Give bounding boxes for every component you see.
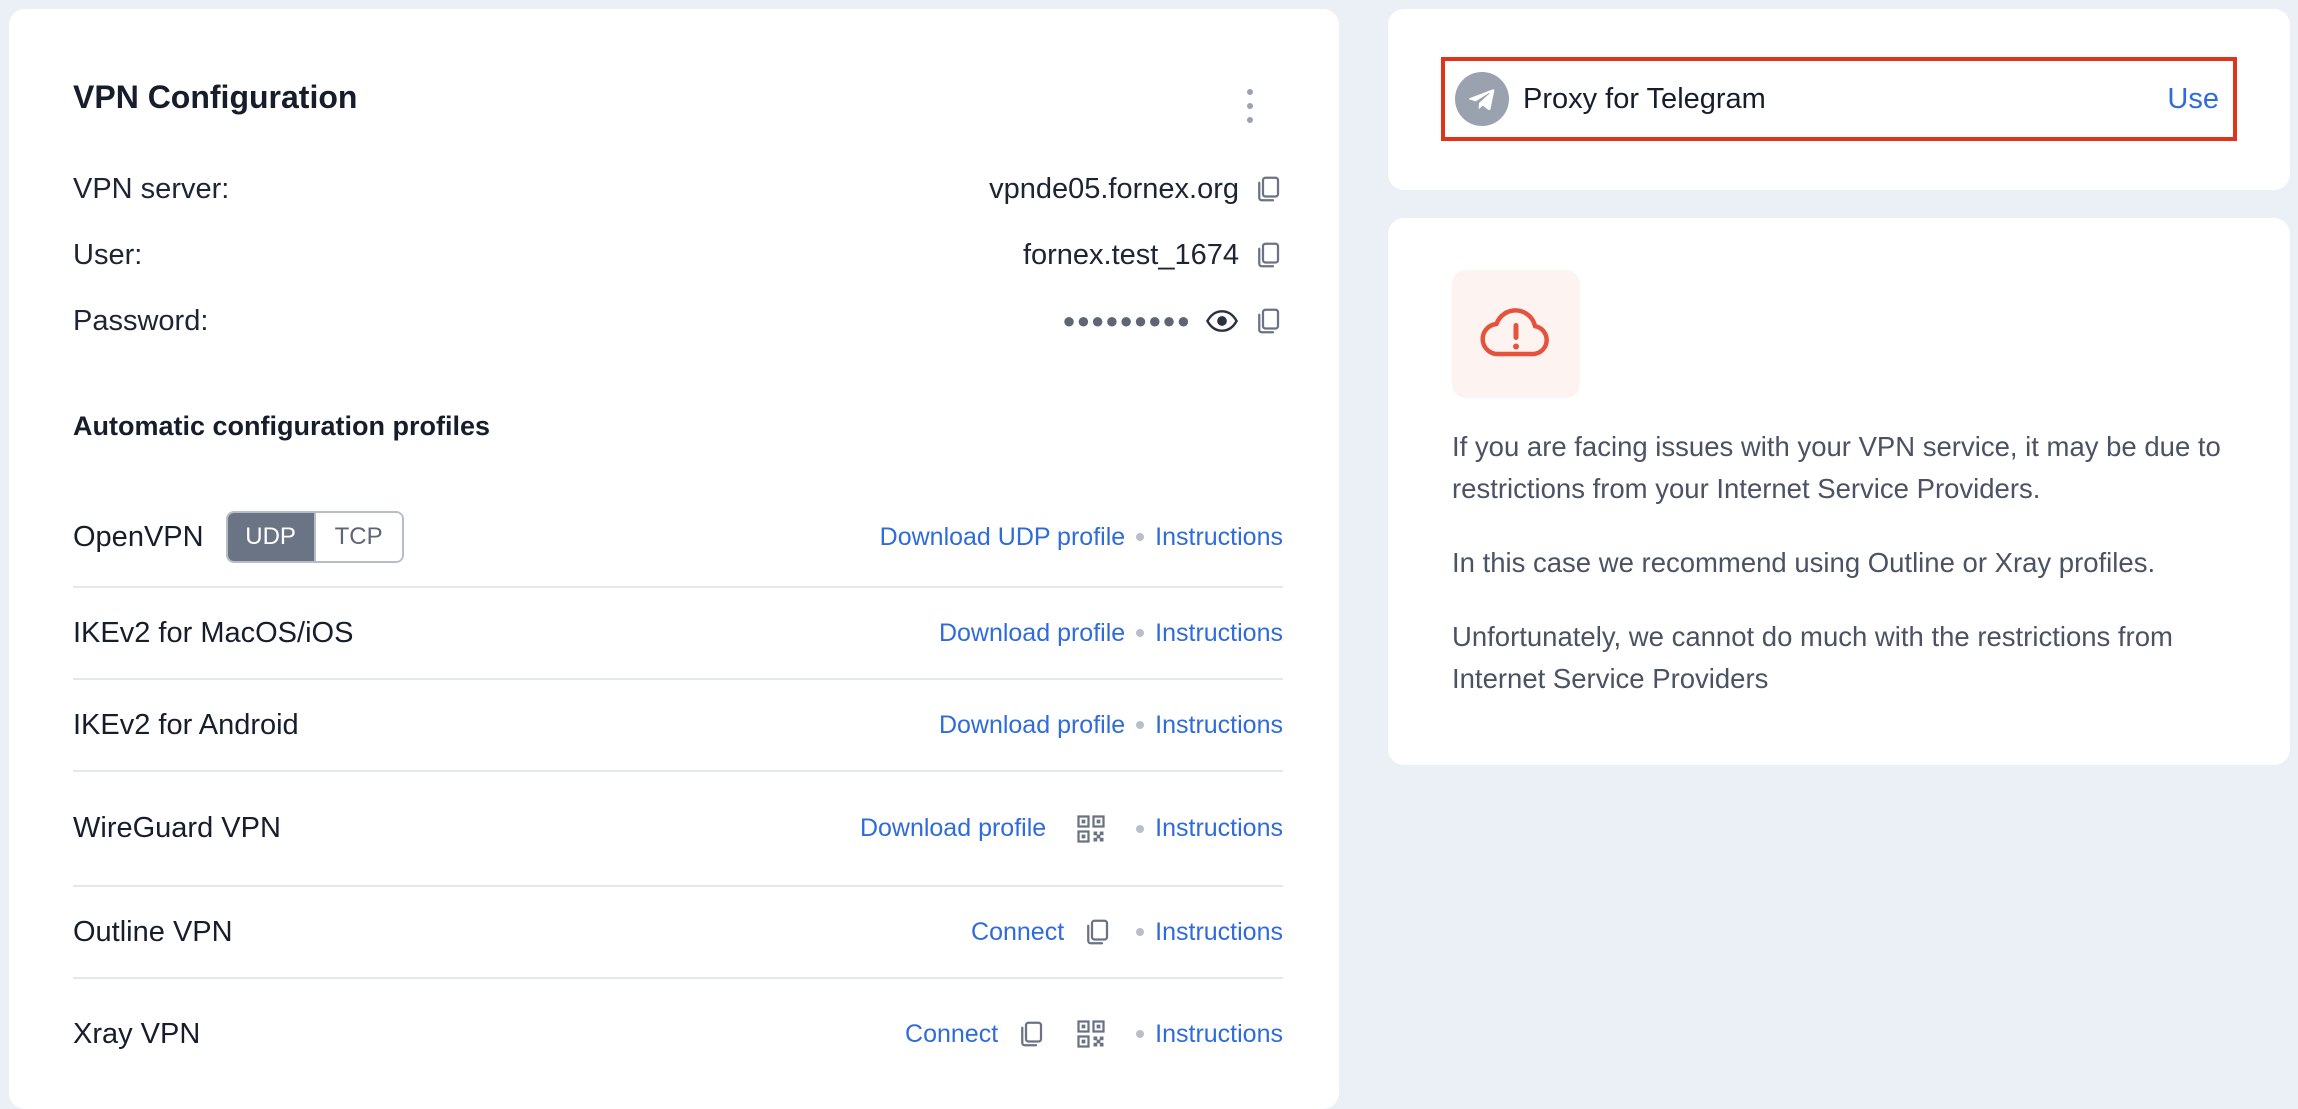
profile-row-wireguard: WireGuard VPN Download profile Instructi… [73,772,1283,887]
separator-dot [1136,721,1145,729]
separator-dot [1136,824,1145,833]
separator-dot [1136,1030,1145,1038]
show-password-icon[interactable] [1205,306,1239,336]
use-proxy-link[interactable]: Use [2167,83,2219,116]
profile-row-xray: Xray VPN Connect Instructions [73,979,1283,1089]
instructions-link-openvpn[interactable]: Instructions [1155,523,1283,552]
vpn-server-label: VPN server: [73,172,230,205]
telegram-icon [1455,72,1509,126]
instructions-link-wireguard[interactable]: Instructions [1155,814,1283,843]
connect-link-outline[interactable]: Connect [971,918,1064,947]
more-options-icon[interactable] [1244,89,1256,123]
profile-row-ikev2-android: IKEv2 for Android Download profile Instr… [73,680,1283,772]
vpn-configuration-title: VPN Configuration [73,79,358,115]
telegram-proxy-card: Proxy for Telegram Use [1388,9,2290,190]
profile-row-ikev2-macos: IKEv2 for MacOS/iOS Download profile Ins… [73,588,1283,680]
vpn-configuration-card: VPN Configuration VPN server: vpnde05.fo… [9,9,1339,1109]
instructions-link-xray[interactable]: Instructions [1155,1020,1283,1049]
password-label: Password: [73,304,209,337]
separator-dot [1136,533,1145,541]
instructions-link-ikev2-android[interactable]: Instructions [1155,711,1283,740]
vpn-server-row: VPN server: vpnde05.fornex.org [73,164,1283,214]
profile-row-openvpn: OpenVPN UDP TCP Download UDP profile Ins… [73,488,1283,588]
instructions-link-outline[interactable]: Instructions [1155,918,1283,947]
profile-name-ikev2-android: IKEv2 for Android [73,708,299,741]
telegram-proxy-label: Proxy for Telegram [1523,82,1766,115]
cloud-alert-icon [1452,270,1580,398]
isp-notice-card: If you are facing issues with your VPN s… [1388,218,2290,765]
profile-name-openvpn: OpenVPN [73,520,204,553]
notice-paragraph-1: If you are facing issues with your VPN s… [1452,431,2221,504]
protocol-option-tcp[interactable]: TCP [313,513,402,561]
user-row: User: fornex.test_1674 [73,230,1283,280]
user-value: fornex.test_1674 [1022,238,1239,271]
download-profile-link-ikev2-android[interactable]: Download profile [939,711,1125,740]
download-profile-link-wireguard[interactable]: Download profile [860,814,1046,843]
download-profile-link-ikev2-macos[interactable]: Download profile [939,619,1125,648]
notice-paragraph-2: In this case we recommend using Outline … [1452,547,2156,578]
telegram-proxy-row: Proxy for Telegram Use [1441,57,2237,141]
password-mask: ●●●●●●●●● [1062,308,1191,333]
profile-name-xray: Xray VPN [73,1017,201,1050]
profile-row-outline: Outline VPN Connect Instructions [73,887,1283,979]
copy-password-icon[interactable] [1253,306,1283,336]
instructions-link-ikev2-macos[interactable]: Instructions [1155,619,1283,648]
copy-user-icon[interactable] [1253,240,1283,270]
profile-name-ikev2-macos: IKEv2 for MacOS/iOS [73,616,354,649]
qr-code-icon[interactable] [1076,1019,1106,1049]
user-label: User: [73,238,143,271]
qr-code-icon[interactable] [1076,814,1106,844]
vpn-server-value: vpnde05.fornex.org [989,172,1239,205]
protocol-option-udp[interactable]: UDP [227,513,314,561]
download-udp-profile-link[interactable]: Download UDP profile [880,523,1126,552]
protocol-toggle: UDP TCP [225,511,404,563]
copy-icon[interactable] [1082,917,1112,947]
profiles-section-title: Automatic configuration profiles [73,411,491,441]
copy-icon[interactable] [1016,1019,1046,1049]
profile-name-outline: Outline VPN [73,915,233,948]
copy-server-icon[interactable] [1253,174,1283,204]
profile-name-wireguard: WireGuard VPN [73,812,281,844]
notice-paragraph-3: Unfortunately, we cannot do much with th… [1452,621,2173,694]
separator-dot [1136,629,1145,637]
connect-link-xray[interactable]: Connect [905,1020,998,1049]
separator-dot [1136,928,1145,936]
password-row: Password: ●●●●●●●●● [73,296,1283,346]
